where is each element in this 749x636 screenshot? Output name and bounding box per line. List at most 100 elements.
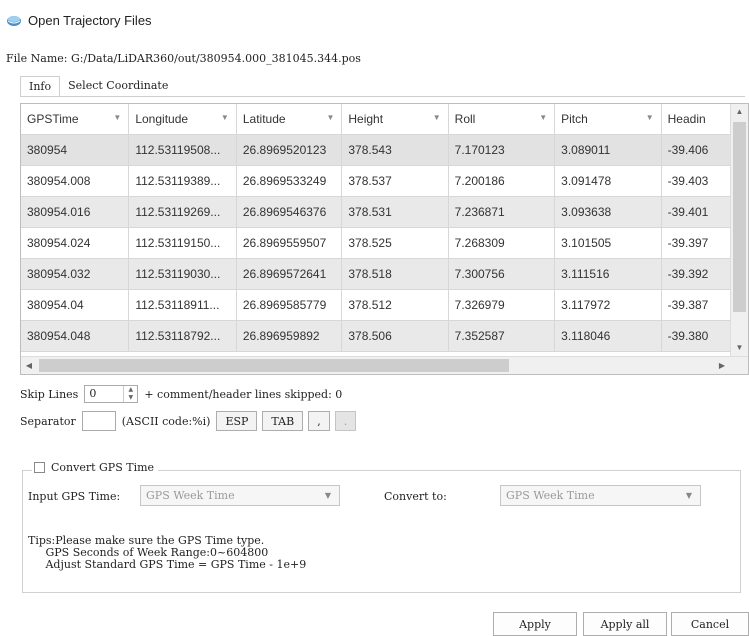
horizontal-scroll-thumb[interactable]	[39, 359, 509, 372]
table-cell: 7.326979	[448, 289, 556, 321]
table-row[interactable]: 380954.008 112.53119389... 26.8969533249 37…	[21, 165, 731, 197]
table-cell: 380954.048	[21, 320, 130, 352]
table-row[interactable]: 380954.032 112.53119030... 26.8969572641 37…	[21, 258, 731, 290]
table-cell: 378.512	[341, 289, 449, 321]
data-table: GPSTime ▼ Longitude ▼ Latitude ▼ Height ▼ Ro…	[20, 103, 749, 375]
tab-select-coordinate-label: Select Coordinate	[68, 79, 169, 92]
col-header-roll[interactable]: Roll ▼	[448, 104, 556, 135]
vertical-scroll-thumb[interactable]	[733, 122, 746, 312]
comma-button[interactable]: ,	[308, 411, 330, 431]
skip-lines-spinbox[interactable]: 0 ▲ ▼	[84, 385, 139, 403]
col-label: Longitude	[135, 111, 189, 126]
table-cell: 3.091478	[554, 165, 662, 197]
col-label: Headin	[667, 111, 706, 126]
table-cell: 378.537	[341, 165, 449, 197]
table-cell: 26.8969585779	[236, 289, 343, 321]
convert-gps-time-checkbox-row[interactable]: Convert GPS Time	[32, 461, 159, 474]
table-cell: 26.8969546376	[236, 196, 343, 228]
col-label: Pitch	[561, 111, 588, 126]
sort-chevron-icon: ▼	[539, 113, 548, 122]
skip-lines-value: 0	[89, 387, 97, 400]
chevron-down-icon: ▼	[685, 491, 692, 500]
col-header-heading[interactable]: Headin	[661, 104, 731, 135]
scroll-right-icon[interactable]: ▶	[714, 357, 730, 374]
input-gps-time-select[interactable]: GPS Week Time ▼	[140, 485, 340, 506]
tab-select-coordinate[interactable]: Select Coordinate	[60, 76, 177, 97]
cancel-button[interactable]: Cancel	[671, 612, 749, 636]
table-cell: 112.53118911...	[128, 289, 237, 321]
sort-chevron-icon: ▼	[645, 113, 654, 122]
table-cell: -39.387	[661, 289, 731, 321]
col-label: Height	[348, 111, 384, 126]
table-cell: 378.525	[341, 227, 449, 259]
table-cell: 380954	[21, 134, 130, 166]
tab-button[interactable]: TAB	[262, 411, 304, 431]
col-label: Latitude	[242, 111, 286, 126]
col-header-latitude[interactable]: Latitude ▼	[236, 104, 343, 135]
table-cell: 380954.04	[21, 289, 130, 321]
esp-button[interactable]: ESP	[216, 411, 258, 431]
input-gps-time-value: GPS Week Time	[146, 489, 235, 502]
table-cell: 378.506	[341, 320, 449, 352]
apply-all-button[interactable]: Apply all	[583, 612, 667, 636]
table-cell: 7.170123	[448, 134, 556, 166]
table-cell: -39.403	[661, 165, 731, 197]
window-title: Open Trajectory Files	[28, 12, 152, 28]
table-cell: 112.53118792...	[128, 320, 237, 352]
table-cell: 380954.032	[21, 258, 130, 290]
table-cell: 26.896959892	[236, 320, 343, 352]
separator-label: Separator	[20, 414, 76, 428]
separator-input[interactable]	[81, 411, 116, 431]
table-cell: 378.543	[341, 134, 449, 166]
table-cell: 26.8969520123	[236, 134, 343, 166]
convert-to-label: Convert to:	[384, 490, 447, 503]
table-cell: 380954.024	[21, 227, 130, 259]
skip-lines-label: Skip Lines	[20, 387, 79, 401]
apply-button-label: Apply	[519, 617, 551, 631]
vertical-scrollbar[interactable]: ▲ ▼	[730, 104, 748, 356]
table-header-row: GPSTime ▼ Longitude ▼ Latitude ▼ Height ▼ Ro…	[21, 104, 731, 135]
col-header-gpstime[interactable]: GPSTime ▼	[21, 104, 130, 135]
col-header-longitude[interactable]: Longitude ▼	[128, 104, 237, 135]
horizontal-scrollbar[interactable]: ◀ ▶	[21, 356, 748, 374]
convert-to-select[interactable]: GPS Week Time ▼	[500, 485, 701, 506]
chevron-down-icon: ▼	[324, 491, 331, 500]
spin-arrows-icon[interactable]: ▲ ▼	[123, 386, 137, 402]
convert-gps-time-checkbox[interactable]	[34, 462, 45, 473]
table-cell: 7.268309	[448, 227, 556, 259]
table-cell: 7.352587	[448, 320, 556, 352]
table-cell: 112.53119389...	[128, 165, 237, 197]
apply-button[interactable]: Apply	[493, 612, 577, 636]
gps-tips-text: Tips:Please make sure the GPS Time type.…	[28, 534, 307, 571]
tab-button-label: TAB	[271, 414, 295, 428]
scroll-left-icon[interactable]: ◀	[21, 357, 37, 374]
col-header-height[interactable]: Height ▼	[341, 104, 449, 135]
scroll-down-icon[interactable]: ▼	[731, 340, 748, 356]
table-row[interactable]: 380954.024 112.53119150... 26.8969559507 37…	[21, 227, 731, 259]
col-label: Roll	[454, 111, 476, 126]
table-cell: 7.236871	[448, 196, 556, 228]
col-header-pitch[interactable]: Pitch ▼	[554, 104, 662, 135]
tab-info[interactable]: Info	[20, 76, 61, 97]
table-cell: 112.53119508...	[128, 134, 237, 166]
scroll-up-icon[interactable]: ▲	[731, 104, 748, 120]
table-row[interactable]: 380954.04 112.53118911... 26.8969585779 378…	[21, 289, 731, 321]
table-cell: 3.093638	[554, 196, 662, 228]
table-cell: 7.200186	[448, 165, 556, 197]
table-cell: 380954.008	[21, 165, 130, 197]
table-cell: 26.8969533249	[236, 165, 343, 197]
separator-row: Separator (ASCII code:%i) ESP TAB , .	[20, 411, 361, 431]
dot-button[interactable]: .	[334, 411, 357, 431]
table-row[interactable]: 380954 112.53119508... 26.8969520123 378.54…	[21, 134, 731, 166]
table-cell: 3.111516	[554, 258, 662, 290]
table-row[interactable]: 380954.016 112.53119269... 26.8969546376 37…	[21, 196, 731, 228]
convert-to-value: GPS Week Time	[506, 489, 595, 502]
table-row[interactable]: 380954.048 112.53118792... 26.896959892 378…	[21, 320, 731, 352]
table-cell: 378.531	[341, 196, 449, 228]
convert-gps-time-label: Convert GPS Time	[51, 461, 155, 474]
esp-button-label: ESP	[225, 414, 249, 428]
col-label: GPSTime	[27, 111, 79, 126]
table-cell: -39.392	[661, 258, 731, 290]
ascii-code-label: (ASCII code:%i)	[121, 414, 211, 428]
cancel-button-label: Cancel	[690, 617, 730, 631]
